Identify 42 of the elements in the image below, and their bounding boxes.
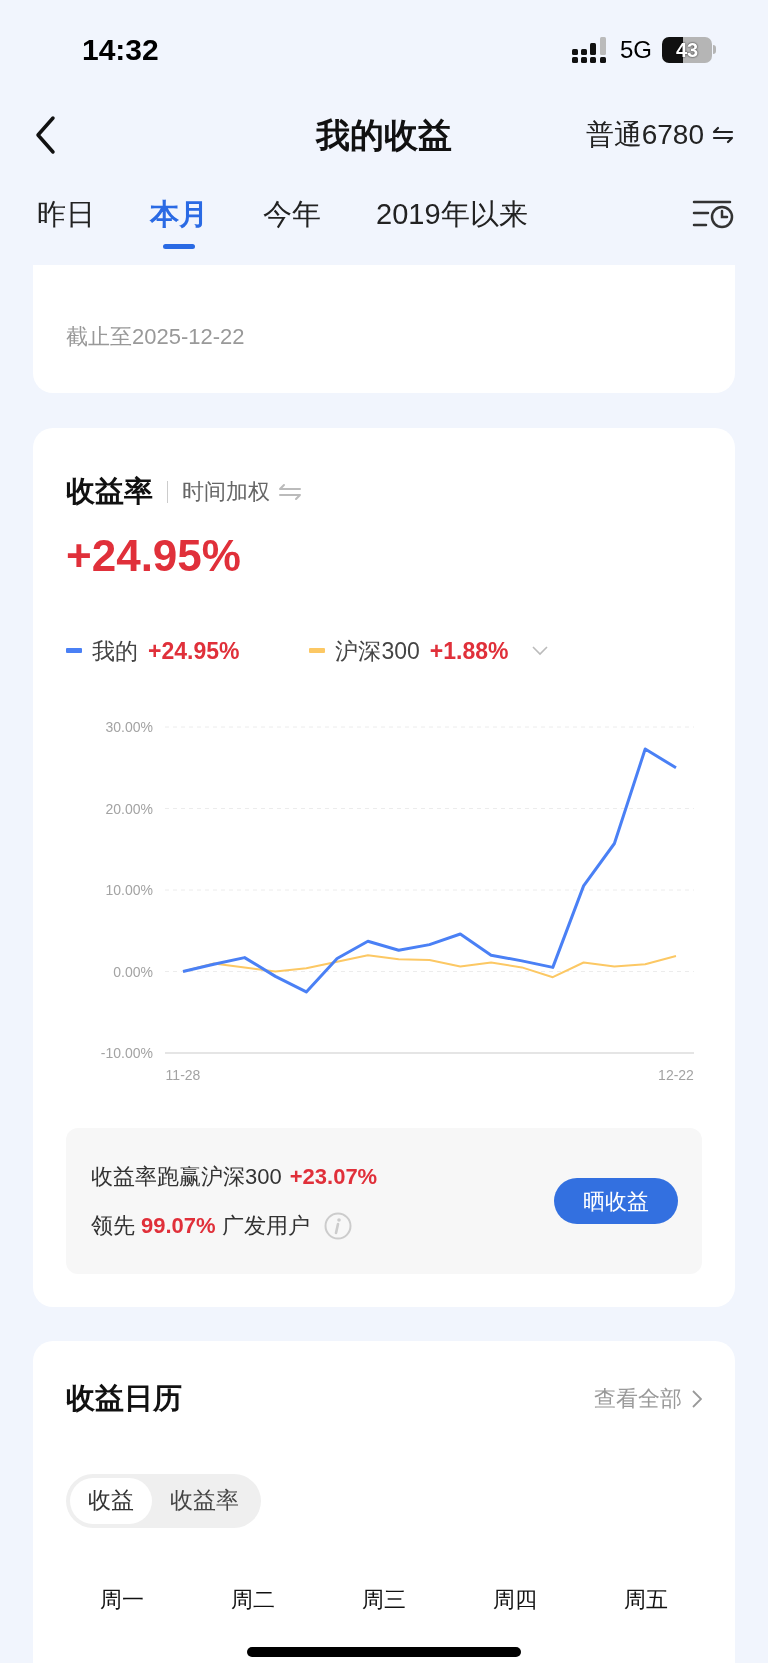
weighting-button[interactable]: 时间加权 xyxy=(182,475,302,509)
as-of-date: 截止至2025-12-22 xyxy=(66,323,245,351)
toggle-option[interactable]: 收益 xyxy=(70,1477,152,1524)
weekday-label: 周五 xyxy=(623,1585,670,1614)
axis-tick-label: 30.00% xyxy=(105,719,153,735)
weekday-label: 周四 xyxy=(492,1585,539,1614)
period-tab[interactable]: 昨日 xyxy=(37,193,95,249)
history-filter-icon[interactable] xyxy=(692,199,734,229)
period-tab[interactable]: 2019年以来 xyxy=(376,193,528,249)
comparison-value: +23.07% xyxy=(289,1163,378,1191)
account-button[interactable]: 普通6780 xyxy=(585,114,734,156)
section-title: 收益率 xyxy=(66,474,153,509)
chevron-right-icon xyxy=(692,1389,702,1408)
comparison-text: 收益率跑赢沪深300 xyxy=(91,1163,282,1191)
legend-label: 沪深300 xyxy=(335,636,420,666)
weekday-label: 周一 xyxy=(98,1585,145,1614)
weekday-label: 周三 xyxy=(361,1585,407,1614)
axis-tick-label: 10.00% xyxy=(105,882,153,898)
rank-text: 广发用户 xyxy=(221,1212,310,1240)
page-title: 我的收益 xyxy=(316,114,452,156)
share-button[interactable]: 晒收益 xyxy=(554,1178,678,1224)
axis-tick-label: 11-28 xyxy=(165,1067,201,1083)
period-tab[interactable]: 今年 xyxy=(263,193,321,249)
weekday-label: 周二 xyxy=(229,1585,276,1614)
status-time: 14:32 xyxy=(82,32,159,68)
legend-value: +24.95% xyxy=(148,636,240,666)
network-label: 5G xyxy=(620,34,652,65)
back-icon xyxy=(34,115,56,155)
axis-tick-label: -10.00% xyxy=(100,1045,153,1061)
swap-icon xyxy=(278,482,302,501)
axis-tick-label: 12-22 xyxy=(658,1067,694,1083)
rank-value: 99.07% xyxy=(141,1212,216,1240)
toggle-option[interactable]: 收益率 xyxy=(152,1477,257,1524)
section-title: 收益日历 xyxy=(66,1381,182,1416)
axis-tick-label: 0.00% xyxy=(113,963,153,980)
period-tab[interactable]: 本月 xyxy=(150,193,208,249)
axis-tick-label: 20.00% xyxy=(105,800,153,817)
return-value: +24.95% xyxy=(66,529,242,582)
swap-icon xyxy=(712,126,734,144)
legend-label: 我的 xyxy=(92,636,138,666)
rank-text: 领先 xyxy=(91,1212,135,1240)
legend-value: +1.88% xyxy=(429,636,509,666)
